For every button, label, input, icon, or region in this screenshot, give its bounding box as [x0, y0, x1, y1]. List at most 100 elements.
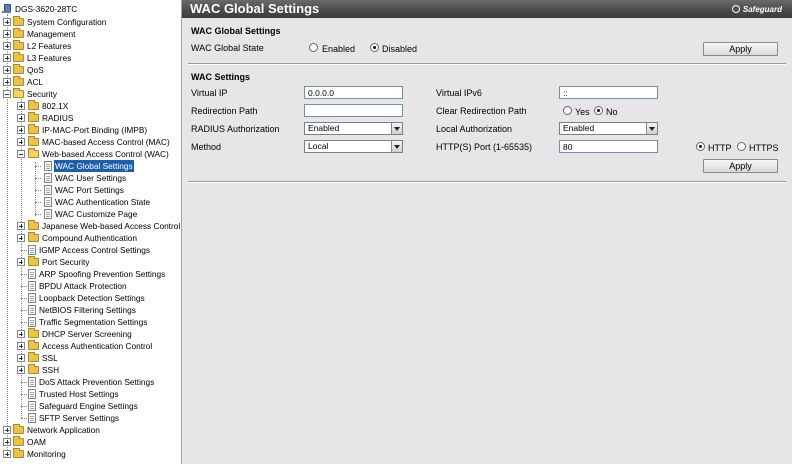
expand-icon[interactable]	[17, 126, 25, 134]
page-icon	[28, 269, 36, 279]
tree-line	[35, 166, 41, 167]
clear-redirection-no-radio[interactable]	[594, 106, 603, 115]
radius-authorization-select[interactable]: Enabled	[304, 122, 403, 135]
expand-icon[interactable]	[17, 138, 25, 146]
tree-item-label: WAC Global Settings	[54, 160, 134, 172]
local-authorization-select[interactable]: Enabled	[559, 122, 658, 135]
https-label: HTTPS	[749, 143, 779, 153]
tree-item[interactable]: SFTP Server Settings	[0, 412, 182, 424]
tree-item[interactable]: Web-based Access Control (WAC)	[0, 148, 182, 160]
redirection-path-input[interactable]	[304, 104, 403, 117]
expand-icon[interactable]	[3, 66, 11, 74]
tree-item[interactable]: BPDU Attack Protection	[0, 280, 182, 292]
tree-item[interactable]: Traffic Segmentation Settings	[0, 316, 182, 328]
tree-item[interactable]: Japanese Web-based Access Control	[0, 220, 182, 232]
folder-icon	[28, 340, 39, 350]
expand-icon[interactable]	[3, 438, 11, 446]
tree-item[interactable]: WAC User Settings	[0, 172, 182, 184]
tree-item[interactable]: NetBIOS Filtering Settings	[0, 304, 182, 316]
virtual-ip-input[interactable]	[304, 86, 403, 99]
global-apply-button[interactable]: Apply	[703, 42, 778, 56]
tree-item[interactable]: IGMP Access Control Settings	[0, 244, 182, 256]
tree-item-label: 802.1X	[42, 101, 69, 111]
expand-icon[interactable]	[17, 330, 25, 338]
tree-item[interactable]: WAC Port Settings	[0, 184, 182, 196]
tree-item[interactable]: DHCP Server Screening	[0, 328, 182, 340]
tree-item[interactable]: SSL	[0, 352, 182, 364]
tree-item[interactable]: Compound Authentication	[0, 232, 182, 244]
expand-icon[interactable]	[3, 54, 11, 62]
folder-icon	[13, 40, 24, 50]
clear-redirection-yes-label: Yes	[575, 107, 590, 117]
http-port-input[interactable]	[559, 140, 658, 153]
expand-icon[interactable]	[17, 114, 25, 122]
expand-icon[interactable]	[3, 426, 11, 434]
expand-icon[interactable]	[3, 450, 11, 458]
expand-icon[interactable]	[17, 234, 25, 242]
tree-item[interactable]: Monitoring	[0, 448, 182, 460]
tree-item[interactable]: DoS Attack Prevention Settings	[0, 376, 182, 388]
folder-icon	[28, 100, 39, 110]
tree-item[interactable]: Security	[0, 88, 182, 100]
expand-icon[interactable]	[3, 18, 11, 26]
content-panel: WAC Global Settings Safeguard WAC Global…	[182, 0, 792, 464]
tree-item[interactable]: IP-MAC-Port Binding (IMPB)	[0, 124, 182, 136]
tree-item-label: SSL	[42, 353, 58, 363]
folder-icon	[28, 256, 39, 266]
page-icon	[28, 305, 36, 315]
tree-item[interactable]: Port Security	[0, 256, 182, 268]
tree-item[interactable]: Network Application	[0, 424, 182, 436]
tree-item-label: SSH	[42, 365, 60, 375]
page-icon	[44, 209, 52, 219]
tree-item[interactable]: 802.1X	[0, 100, 182, 112]
tree-item[interactable]: QoS	[0, 64, 182, 76]
tree-item[interactable]: ACL	[0, 76, 182, 88]
expand-icon[interactable]	[17, 366, 25, 374]
tree-item[interactable]: OAM	[0, 436, 182, 448]
tree-item-label: ACL	[27, 77, 44, 87]
radius-authorization-value: Enabled	[308, 123, 340, 133]
tree-item[interactable]: Management	[0, 28, 182, 40]
expand-icon[interactable]	[17, 222, 25, 230]
tree-line	[21, 406, 27, 407]
folder-icon	[13, 448, 24, 458]
tree-item[interactable]: WAC Customize Page	[0, 208, 182, 220]
tree-item-label: Traffic Segmentation Settings	[39, 317, 148, 327]
collapse-icon[interactable]	[3, 90, 11, 98]
tree-item[interactable]: MAC-based Access Control (MAC)	[0, 136, 182, 148]
page-title: WAC Global Settings	[190, 1, 320, 16]
clear-redirection-yes-radio[interactable]	[563, 106, 572, 115]
tree-item[interactable]: WAC Authentication State	[0, 196, 182, 208]
method-select[interactable]: Local	[304, 140, 403, 153]
http-port-label: HTTP(S) Port (1-65535)	[436, 142, 533, 152]
collapse-icon[interactable]	[17, 150, 25, 158]
settings-apply-button[interactable]: Apply	[703, 159, 778, 173]
page-icon	[28, 317, 36, 327]
expand-icon[interactable]	[3, 30, 11, 38]
tree-item-label: IP-MAC-Port Binding (IMPB)	[42, 125, 148, 135]
tree-item[interactable]: L3 Features	[0, 52, 182, 64]
global-state-disabled-radio[interactable]	[370, 43, 379, 52]
tree-item[interactable]: RADIUS	[0, 112, 182, 124]
expand-icon[interactable]	[17, 102, 25, 110]
expand-icon[interactable]	[17, 342, 25, 350]
global-state-enabled-radio[interactable]	[309, 43, 318, 52]
tree-item[interactable]: SSH	[0, 364, 182, 376]
https-radio[interactable]	[737, 142, 746, 151]
expand-icon[interactable]	[17, 354, 25, 362]
tree-line	[35, 214, 41, 215]
tree-item[interactable]: Safeguard Engine Settings	[0, 400, 182, 412]
tree-item[interactable]: Trusted Host Settings	[0, 388, 182, 400]
expand-icon[interactable]	[3, 78, 11, 86]
tree-item[interactable]: WAC Global Settings	[0, 160, 182, 172]
tree-item[interactable]: Access Authentication Control	[0, 340, 182, 352]
tree-item[interactable]: Loopback Detection Settings	[0, 292, 182, 304]
tree-item[interactable]: L2 Features	[0, 40, 182, 52]
expand-icon[interactable]	[3, 42, 11, 50]
virtual-ipv6-input[interactable]	[559, 86, 658, 99]
http-radio[interactable]	[696, 142, 705, 151]
folder-icon	[28, 220, 39, 230]
tree-item[interactable]: System Configuration	[0, 16, 182, 28]
expand-icon[interactable]	[17, 258, 25, 266]
tree-item[interactable]: ARP Spoofing Prevention Settings	[0, 268, 182, 280]
